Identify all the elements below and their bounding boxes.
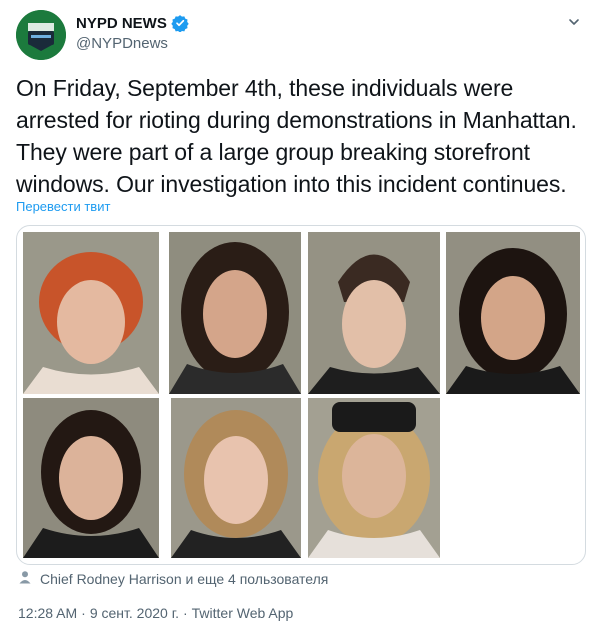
tweet-source[interactable]: Twitter Web App <box>192 605 294 621</box>
verified-badge-icon <box>171 14 189 33</box>
person-icon <box>18 570 32 587</box>
translate-tweet-link[interactable]: Перевести твит <box>16 199 110 214</box>
mugshot-photo-6[interactable] <box>171 398 301 558</box>
author-display-name[interactable]: NYPD NEWS <box>76 15 167 32</box>
liked-by-text[interactable]: Chief Rodney Harrison и еще 4 пользовате… <box>40 571 328 587</box>
tweet-meta: 12:28 AM · 9 сент. 2020 г. · Twitter Web… <box>18 605 293 621</box>
mugshot-photo-1[interactable] <box>23 232 159 394</box>
author-info: NYPD NEWS @NYPDnews <box>76 14 189 52</box>
tweet-text: On Friday, September 4th, these individu… <box>16 75 577 197</box>
mugshot-photo-3[interactable] <box>308 232 440 394</box>
chevron-down-icon[interactable] <box>562 10 586 34</box>
liked-by-row[interactable]: Chief Rodney Harrison и еще 4 пользовате… <box>18 570 328 587</box>
mugshot-photo-7[interactable] <box>308 398 440 558</box>
mugshot-photo-2[interactable] <box>169 232 301 394</box>
tweet-card: NYPD NEWS @NYPDnews On Friday, September… <box>0 0 600 642</box>
author-avatar[interactable] <box>16 10 66 60</box>
tweet-time[interactable]: 12:28 AM <box>18 605 77 621</box>
mugshot-photo-5[interactable] <box>23 398 159 558</box>
meta-separator: · <box>182 605 188 621</box>
media-grid[interactable] <box>16 225 586 565</box>
meta-separator: · <box>81 605 86 621</box>
tweet-date[interactable]: 9 сент. 2020 г. <box>90 605 179 621</box>
mugshot-photo-4[interactable] <box>446 232 580 394</box>
author-handle[interactable]: @NYPDnews <box>76 35 189 52</box>
